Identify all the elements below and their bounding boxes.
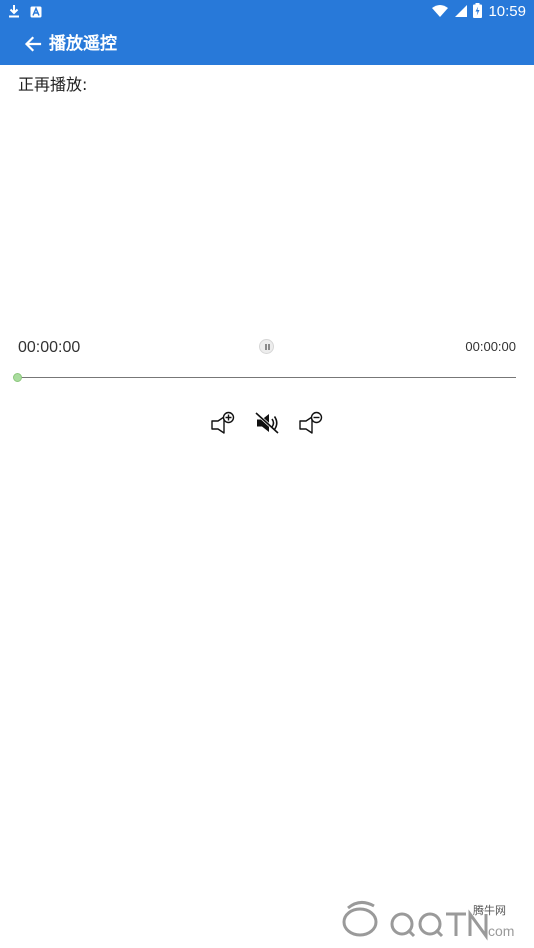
seek-bar[interactable] xyxy=(18,377,516,378)
mute-icon xyxy=(254,411,280,435)
app-notification-icon xyxy=(30,3,42,22)
watermark-text: 腾牛网 xyxy=(473,904,506,917)
mute-button[interactable] xyxy=(254,410,280,436)
back-button[interactable] xyxy=(22,33,44,55)
volume-up-icon xyxy=(211,411,235,434)
status-left xyxy=(8,3,42,22)
download-icon xyxy=(8,3,20,22)
watermark: com 腾牛网 xyxy=(318,896,528,944)
volume-down-icon xyxy=(299,411,323,434)
pause-button[interactable] xyxy=(259,339,274,354)
volume-up-button[interactable] xyxy=(210,410,236,436)
wifi-icon xyxy=(432,3,449,22)
total-time: 00:00:00 xyxy=(465,339,516,354)
volume-controls xyxy=(0,410,534,438)
status-right: 10:59 xyxy=(432,2,526,22)
seek-thumb[interactable] xyxy=(13,373,22,382)
page-title: 播放遥控 xyxy=(49,34,117,54)
battery-icon xyxy=(473,2,483,22)
status-bar: 10:59 xyxy=(0,0,534,24)
signal-icon xyxy=(454,3,468,22)
volume-down-button[interactable] xyxy=(298,410,324,436)
current-time: 00:00:00 xyxy=(18,339,81,356)
status-time: 10:59 xyxy=(488,3,526,20)
now-playing-label: 正再播放: xyxy=(18,75,88,94)
app-bar: 播放遥控 xyxy=(0,24,534,65)
arrow-left-icon xyxy=(24,36,42,52)
svg-text:com: com xyxy=(488,923,514,939)
